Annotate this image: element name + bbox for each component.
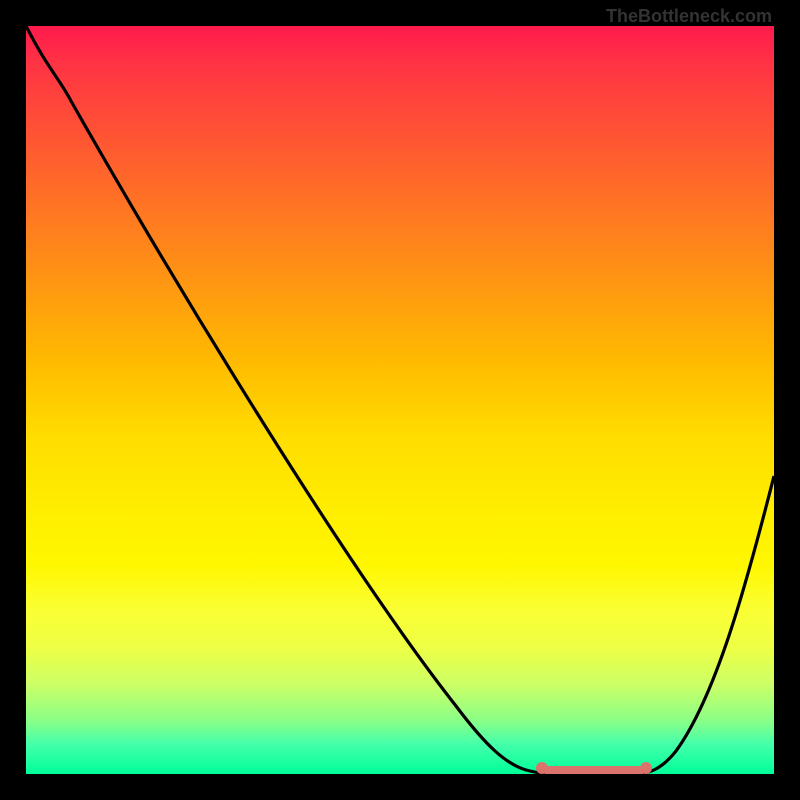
bottleneck-curve-path bbox=[26, 26, 774, 774]
chart-container: TheBottleneck.com bbox=[0, 0, 800, 800]
flat-region-left-cap bbox=[536, 762, 548, 774]
flat-region-right-cap bbox=[640, 762, 652, 774]
watermark-text: TheBottleneck.com bbox=[606, 6, 772, 27]
curve-svg bbox=[26, 26, 774, 774]
